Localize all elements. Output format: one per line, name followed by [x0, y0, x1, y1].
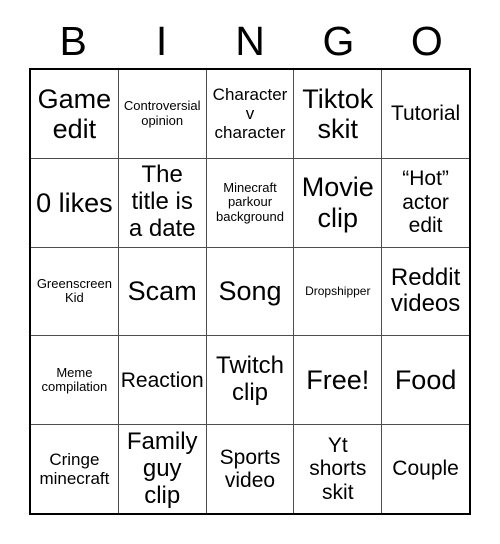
bingo-row: Cringe minecraft Family guy clip Sports vi… [31, 424, 469, 513]
bingo-cell-r4-c2[interactable]: Reaction [117, 336, 206, 425]
bingo-cell-r3-c4[interactable]: Dropshipper [293, 247, 381, 336]
bingo-cell-r1-c5[interactable]: Tutorial [381, 70, 469, 158]
bingo-cell-r4-c1[interactable]: Meme compilation [31, 336, 118, 424]
bingo-header-row: BINGO [29, 14, 471, 68]
bingo-cell-r1-c4[interactable]: Tiktok skit [293, 70, 381, 158]
bingo-cell-r3-c1[interactable]: Greenscreen Kid [31, 248, 118, 336]
bingo-grid: Game edit Controversial opinion Character … [29, 68, 471, 515]
bingo-cell-r1-c3[interactable]: Character v character [205, 70, 294, 158]
bingo-cell-r1-c2[interactable]: Controversial opinion [117, 70, 206, 158]
bingo-cell-r5-c1[interactable]: Cringe minecraft [31, 425, 118, 513]
bingo-row: Meme compilation Reaction Twitch clip Free!… [31, 335, 469, 425]
bingo-card: B I N G O Game edit Controversial opinion Char… [0, 0, 500, 544]
bingo-row: 0 likes The title is a date Minecraft park… [31, 157, 469, 247]
bingo-cell-r2-c4[interactable]: Movie clip [293, 158, 381, 247]
bingo-header-letter-o: O [410, 17, 443, 64]
bingo-cell-r5-c2[interactable]: Family guy clip [117, 425, 206, 513]
bingo-cell-r4-c4[interactable]: Free! [293, 336, 381, 425]
bingo-cell-r1-c1[interactable]: Game edit [31, 70, 118, 158]
bingo-cell-r5-c4[interactable]: Yt shorts skit [293, 425, 381, 513]
bingo-row: Game edit Controversial opinion Character … [31, 70, 469, 158]
bingo-cell-r3-c2[interactable]: Scam [117, 247, 206, 336]
bingo-cell-r2-c2[interactable]: The title is a date [117, 158, 206, 247]
bingo-cell-r4-c3[interactable]: Twitch clip [205, 336, 294, 425]
bingo-cell-r4-c5[interactable]: Food [381, 336, 469, 425]
bingo-header-letter-b: B [59, 17, 87, 64]
bingo-cell-r3-c3[interactable]: Song [205, 247, 294, 336]
bingo-cell-r3-c5[interactable]: Reddit videos [381, 247, 469, 336]
bingo-cell-r2-c5[interactable]: “Hot” actor edit [381, 158, 469, 247]
bingo-cell-r2-c1[interactable]: 0 likes [31, 159, 118, 247]
bingo-header-letter-g: G [322, 17, 355, 64]
bingo-header-letter-n: N [235, 17, 265, 64]
bingo-cell-r2-c3[interactable]: Minecraft parkour background [205, 158, 294, 247]
bingo-header-letter-i: I [155, 17, 168, 64]
bingo-row: Greenscreen Kid Scam Song Dropshipper Reddit… [31, 246, 469, 336]
bingo-cell-r5-c5[interactable]: Couple [381, 425, 469, 513]
bingo-cell-r5-c3[interactable]: Sports video [205, 425, 294, 513]
